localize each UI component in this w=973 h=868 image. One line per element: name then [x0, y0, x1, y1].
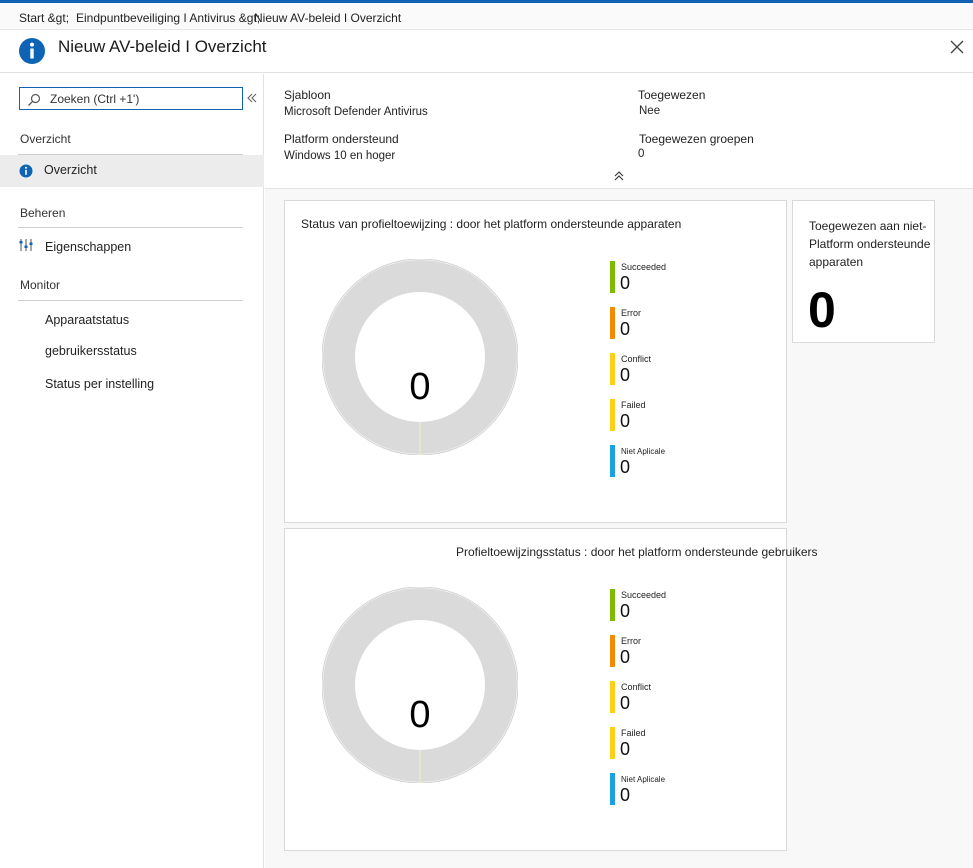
card-title: Profieltoewijzingsstatus : door het plat… — [456, 545, 818, 559]
legend-value: 0 — [620, 365, 631, 385]
legend-value: 0 — [620, 273, 631, 293]
legend-not-applicable[interactable]: Niet Aplicale 0 — [610, 773, 700, 805]
legend-label: Failed — [621, 400, 646, 410]
donut-center-value: 0 — [409, 366, 431, 408]
collapse-essentials-icon[interactable] — [613, 170, 625, 182]
donut-center-value: 0 — [409, 694, 431, 736]
sidebar-item-properties[interactable]: Eigenschappen — [0, 232, 264, 264]
assigned-groups-value: 0 — [638, 148, 645, 160]
legend-value: 0 — [620, 739, 631, 759]
device-assignment-status-card[interactable]: Status van profieltoewijzing : door het … — [284, 200, 787, 523]
legend-error[interactable]: Error 0 — [610, 635, 700, 667]
sidebar-item-device-status[interactable]: Apparaatstatus — [0, 305, 264, 337]
collapse-sidebar-icon[interactable] — [246, 90, 258, 106]
search-input[interactable]: Zoeken (Ctrl +1') — [19, 87, 243, 110]
legend-color-bar — [610, 445, 615, 477]
legend-succeeded[interactable]: Succeeded 0 — [610, 589, 700, 621]
legend-value: 0 — [620, 457, 631, 477]
legend-color-bar — [610, 681, 615, 713]
legend-color-bar — [610, 353, 615, 385]
info-icon — [19, 38, 45, 64]
template-label: Sjabloon — [284, 88, 331, 102]
legend-label: Niet Aplicale — [621, 775, 666, 784]
unsupported-devices-card[interactable]: Toegewezen aan niet-Platform ondersteund… — [792, 200, 935, 343]
legend-not-applicable[interactable]: Niet Aplicale 0 — [610, 445, 700, 477]
legend-value: 0 — [620, 785, 631, 805]
legend-value: 0 — [620, 693, 631, 713]
legend-label: Conflict — [621, 354, 652, 364]
sidebar-item-user-status[interactable]: gebruikersstatus — [0, 336, 264, 368]
user-assignment-status-card[interactable]: Profieltoewijzingsstatus : door het plat… — [284, 528, 818, 851]
breadcrumb-endpoint-security[interactable]: Eindpuntbeveiliging I Antivirus &gt; — [76, 11, 260, 25]
sidebar-item-label: Apparaatstatus — [45, 313, 130, 327]
breadcrumb-start[interactable]: Start &gt; — [19, 11, 69, 25]
essentials-panel: Sjabloon Microsoft Defender Antivirus Pl… — [265, 74, 973, 189]
section-overview-label: Overzicht — [20, 132, 71, 146]
legend-color-bar — [610, 261, 615, 293]
legend-error[interactable]: Error 0 — [610, 307, 700, 339]
platform-value: Windows 10 en hoger — [284, 150, 396, 162]
sidebar-item-label: Eigenschappen — [45, 240, 132, 254]
blade-header: Nieuw AV-beleid I Overzicht — [0, 30, 973, 73]
legend-label: Error — [621, 636, 641, 646]
legend-color-bar — [610, 773, 615, 805]
properties-sliders-icon — [19, 239, 33, 251]
sidebar-item-label: Overzicht — [44, 163, 97, 177]
search-placeholder: Zoeken (Ctrl +1') — [50, 92, 140, 106]
donut-chart — [322, 587, 518, 783]
section-manage-label: Beheren — [20, 206, 66, 220]
card-title: Toegewezen aan niet-Platform ondersteund… — [809, 219, 931, 269]
sidebar-item-per-setting-status[interactable]: Status per instelling — [0, 369, 264, 401]
template-value: Microsoft Defender Antivirus — [284, 106, 428, 118]
legend-color-bar — [610, 727, 615, 759]
breadcrumb-current[interactable]: Nieuw AV-beleid I Overzicht — [254, 11, 401, 25]
legend-value: 0 — [620, 601, 631, 621]
sidebar-item-overview[interactable]: Overzicht — [0, 155, 264, 187]
legend-label: Succeeded — [621, 590, 667, 600]
section-monitor-label: Monitor — [20, 278, 61, 292]
sidebar-item-label: Status per instelling — [45, 377, 155, 391]
divider — [18, 227, 243, 228]
unsupported-devices-count: 0 — [808, 282, 836, 338]
legend-conflict[interactable]: Conflict 0 — [610, 681, 700, 713]
legend-label: Failed — [621, 728, 646, 738]
assigned-value: Nee — [639, 105, 661, 117]
legend-value: 0 — [620, 319, 631, 339]
breadcrumb: Start &gt; Eindpuntbeveiliging I Antivir… — [0, 3, 973, 30]
legend-label: Succeeded — [621, 262, 667, 272]
legend-color-bar — [610, 307, 615, 339]
legend-failed[interactable]: Failed 0 — [610, 399, 700, 431]
legend-value: 0 — [620, 647, 631, 667]
info-icon — [19, 164, 33, 178]
main-content: Sjabloon Microsoft Defender Antivirus Pl… — [265, 74, 973, 868]
legend-label: Conflict — [621, 682, 652, 692]
sidebar: Zoeken (Ctrl +1') Overzicht Overzicht Be… — [0, 74, 264, 868]
legend-color-bar — [610, 399, 615, 431]
sidebar-item-label: gebruikersstatus — [45, 344, 137, 358]
search-icon — [28, 93, 41, 106]
card-title: Status van profieltoewijzing : door het … — [301, 217, 682, 231]
legend-label: Niet Aplicale — [621, 447, 666, 456]
platform-label: Platform ondersteund — [284, 132, 399, 146]
legend-failed[interactable]: Failed 0 — [610, 727, 700, 759]
legend-color-bar — [610, 589, 615, 621]
assigned-groups-label: Toegewezen groepen — [639, 132, 754, 146]
legend-color-bar — [610, 635, 615, 667]
assigned-label: Toegewezen — [638, 88, 706, 102]
legend-succeeded[interactable]: Succeeded 0 — [610, 261, 700, 293]
divider — [18, 300, 243, 301]
legend-conflict[interactable]: Conflict 0 — [610, 353, 700, 385]
legend-value: 0 — [620, 411, 631, 431]
donut-chart — [322, 259, 518, 455]
page-title: Nieuw AV-beleid I Overzicht — [58, 37, 267, 56]
close-icon[interactable] — [946, 36, 968, 58]
legend-label: Error — [621, 308, 641, 318]
